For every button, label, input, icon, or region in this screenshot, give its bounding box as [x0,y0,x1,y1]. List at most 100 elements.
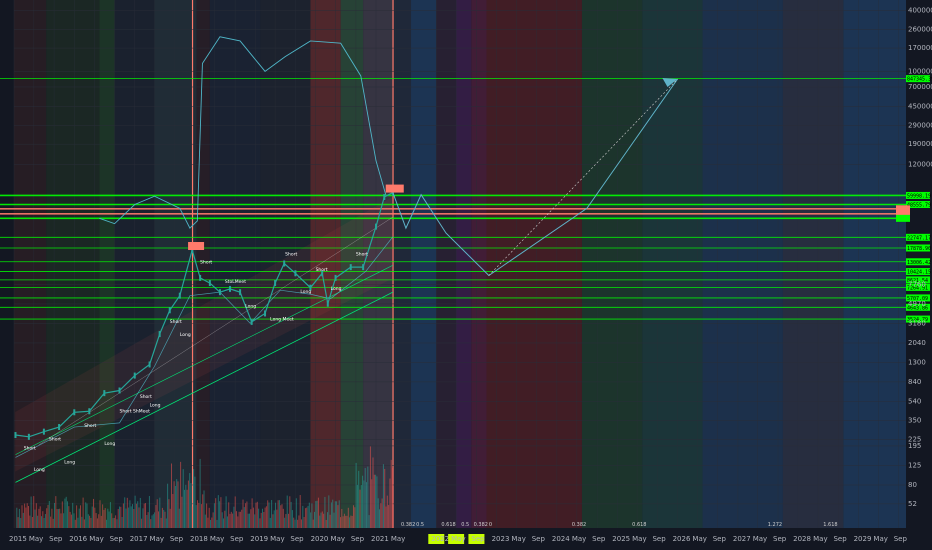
volume-bar [347,507,349,528]
volume-bar [319,515,321,528]
volume-bar [190,483,192,528]
volume-bar [329,514,331,528]
volume-bar [239,511,241,528]
volume-bar [54,502,56,528]
price-candle [274,280,277,287]
volume-bar [156,499,158,528]
y-tick-label: 1000000 [908,67,932,75]
time-band [471,0,487,528]
fib-label: 0.618 [632,522,646,528]
level-badge-label: 59998.19 [907,193,931,199]
level-badge-label: 48555.79 [907,202,931,208]
volume-bar [186,489,188,528]
volume-bar [165,518,167,528]
volume-bar [232,513,234,528]
volume-bar [325,519,327,528]
volume-bar [122,503,124,528]
volume-bar [60,513,62,528]
volume-bar [362,475,364,528]
peak-marker [385,184,404,193]
volume-bar [307,505,309,528]
volume-bar [302,505,304,528]
volume-bar [82,497,84,528]
volume-bar [181,496,183,528]
volume-bar [372,457,374,528]
volume-bar [93,498,95,528]
volume-bar [306,507,308,528]
y-tick-label: 1700000 [908,44,932,52]
volume-bar [160,517,162,528]
x-tick-label: 2027 [733,535,751,543]
time-band [436,0,457,528]
signal-label: Short [316,267,328,273]
price-candle [229,285,232,292]
volume-bar [281,504,283,528]
volume-bar [174,485,176,528]
x-tick-label: Sep [290,535,304,543]
volume-bar [262,508,264,528]
volume-bar [215,498,217,528]
volume-bar [119,506,121,528]
x-tick-label: 2019 [250,535,268,543]
volume-bar [273,510,275,528]
volume-bar [129,500,131,528]
x-tick-label: 2018 [190,535,208,543]
volume-bar [251,498,253,528]
volume-bar [291,510,293,528]
volume-bar [193,469,195,528]
price-candle [294,270,297,277]
volume-bar [278,500,280,528]
volume-bar [334,501,336,528]
y-tick-label: 2040 [908,339,926,347]
volume-bar [59,508,61,528]
volume-bar [125,508,127,528]
volume-bar [100,515,102,528]
volume-bar [317,497,319,528]
volume-bar [154,512,156,528]
volume-bar [78,508,80,528]
level-badge [896,214,910,222]
volume-bar [116,519,118,528]
volume-bar [173,481,175,528]
volume-bar [191,506,193,528]
volume-bar [167,483,169,528]
volume-bar [95,513,97,528]
y-tick-label: 4970 [908,300,926,308]
volume-bar [249,513,251,528]
volume-bar [308,502,310,528]
x-tick-label: May [89,535,103,543]
volume-bar [22,512,24,528]
volume-bar [210,519,212,528]
volume-bar [353,505,355,528]
x-tick-label: 2025 [612,535,630,543]
price-chart[interactable]: 847345.39 59998.19 48555.79 22747.17 17878.9… [0,0,932,550]
volume-bar [212,512,214,528]
level-badge-label: 847345.39 [907,77,932,83]
volume-bar [65,496,67,528]
volume-bar [148,496,150,528]
x-tick-label: May [753,535,767,543]
volume-bar [346,515,348,528]
volume-bar [142,508,144,528]
volume-bar [384,468,386,528]
volume-bar [90,517,92,528]
volume-bar [356,484,358,528]
volume-bar [128,507,130,528]
volume-bar [139,497,141,528]
volume-bar [108,511,110,528]
volume-bar [223,518,225,528]
x-tick-label: Sep [49,535,63,543]
volume-bar [343,513,345,528]
signal-label: Short [140,394,152,400]
volume-bar [117,509,119,528]
volume-bar [237,516,239,528]
volume-bar [315,501,317,528]
volume-bar [70,514,72,528]
volume-bar [69,511,71,528]
x-tick-label: May [511,535,525,543]
volume-bar [184,489,186,528]
volume-bar [320,512,322,528]
volume-bar [230,511,232,528]
volume-bar [386,495,388,528]
volume-bar [351,515,353,528]
